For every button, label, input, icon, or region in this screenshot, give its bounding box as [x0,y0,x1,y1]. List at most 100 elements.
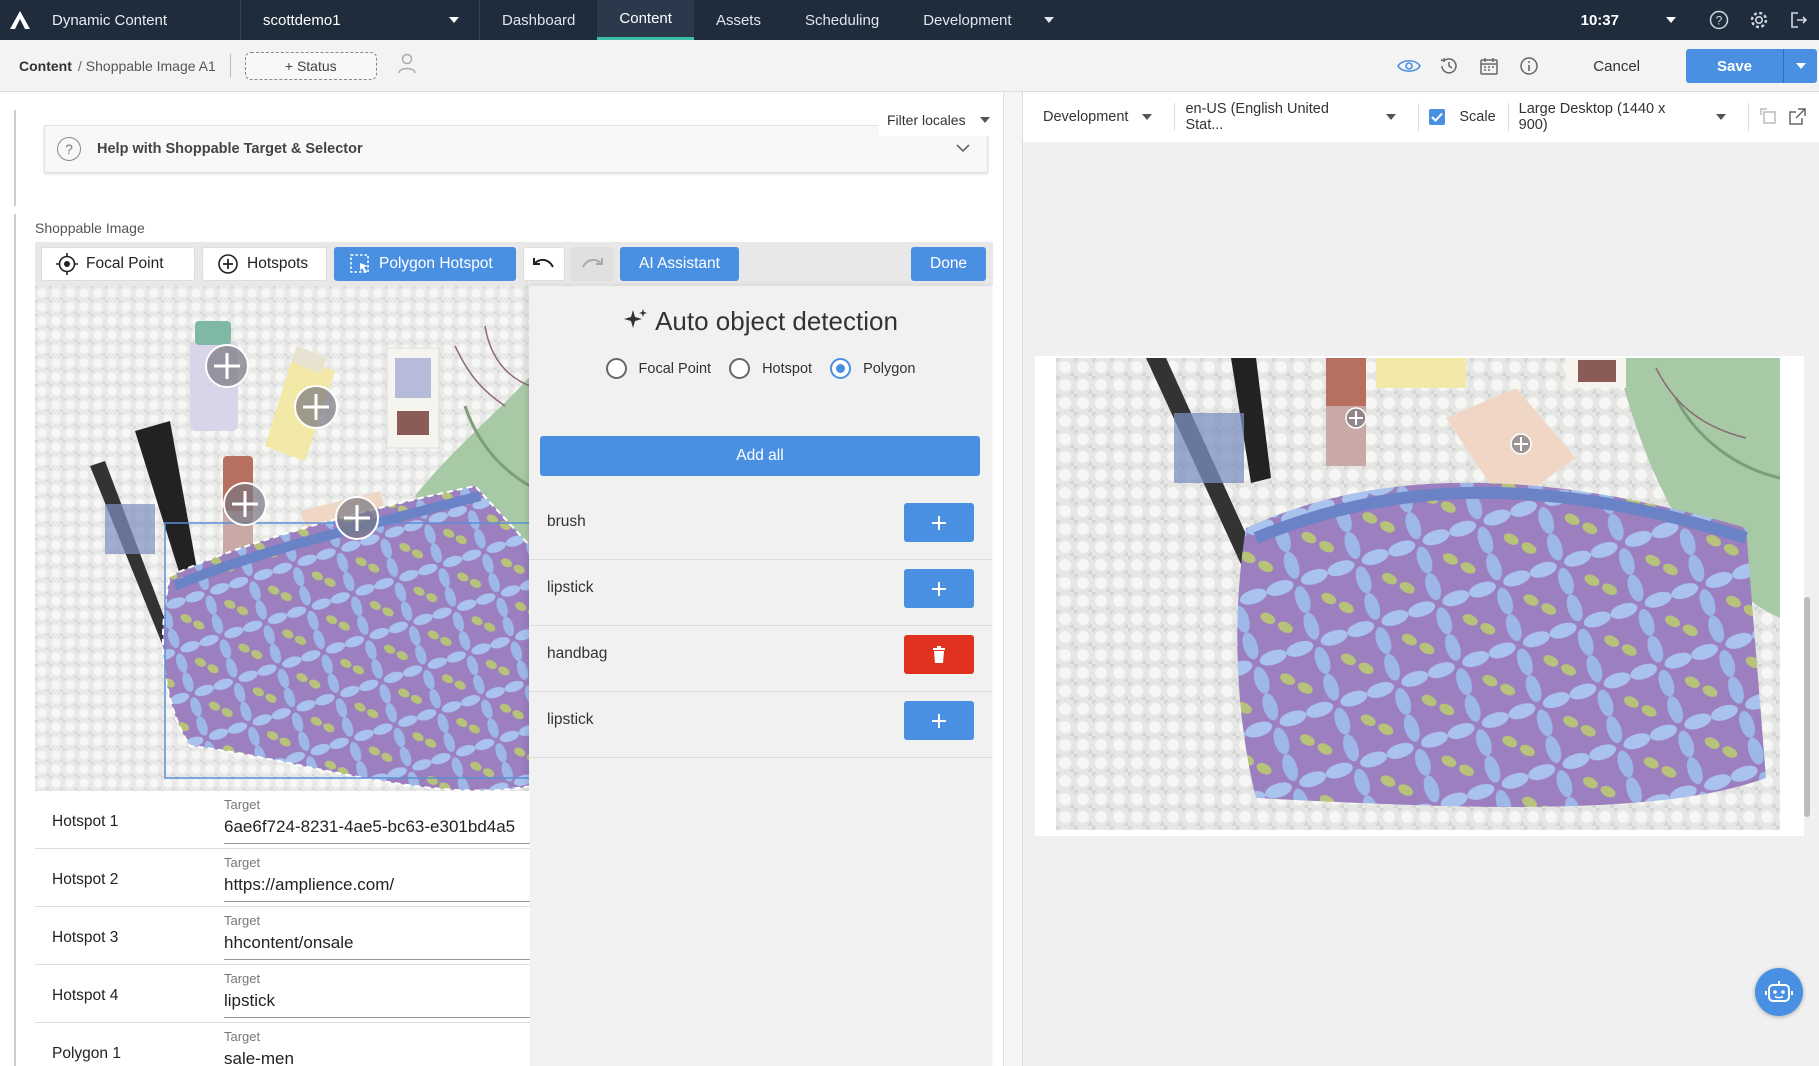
pane-divider[interactable] [1003,92,1023,1066]
detection-row: handbag [529,616,992,692]
polygon-hotspot-button[interactable]: Polygon Hotspot [334,247,516,281]
shoppable-image-canvas[interactable] [35,286,530,791]
add-detection-button[interactable] [904,701,974,740]
target-input[interactable]: hhcontent/onsale [224,933,530,960]
user-icon[interactable] [397,52,417,79]
preview-hotspot-marker [1345,407,1367,429]
calendar-icon[interactable] [1469,46,1509,86]
mode-focal-point-radio[interactable]: Focal Point [605,358,712,379]
hotspot-name: Hotspot 1 [52,813,119,830]
trash-icon [933,645,945,663]
tab-assets[interactable]: Assets [694,0,783,40]
polygon-hotspot-label: Polygon Hotspot [379,255,493,272]
viewport-dropdown[interactable]: Large Desktop (1440 x 900) [1519,101,1738,133]
help-circle-icon[interactable]: ? [1699,0,1739,40]
hotspot-marker[interactable] [223,482,267,526]
external-link-icon[interactable] [1787,102,1819,132]
hotspot-marker[interactable] [335,496,379,540]
hotspot-row: Hotspot 3 Target hhcontent/onsale [35,907,530,965]
resize-icon[interactable] [1759,102,1787,132]
gear-icon[interactable] [1739,0,1779,40]
breadcrumb-current: Shoppable Image A1 [85,57,216,74]
hotspot-row: Polygon 1 Target sale-men [35,1023,530,1066]
detection-mode-group: Focal Point Hotspot Polygon [529,358,992,379]
ai-panel-heading: Auto object detection [529,306,992,337]
eye-icon[interactable] [1389,46,1429,86]
logout-icon[interactable] [1779,0,1819,40]
help-panel[interactable]: ? Help with Shoppable Target & Selector [44,125,988,173]
chevron-down-icon [1043,17,1054,23]
target-input[interactable]: 6ae6f724-8231-4ae5-bc63-e301bd4a5 [224,817,530,844]
tab-label: Development [923,11,1012,29]
breadcrumb-root[interactable]: Content [19,58,72,74]
add-detection-button[interactable] [904,503,974,542]
preview-image [1056,358,1780,830]
status-button[interactable]: + Status [244,51,377,80]
radio-dot [605,358,627,379]
environment-dropdown[interactable]: Development [1043,102,1164,132]
chevron-down-icon [1666,17,1676,23]
cancel-button[interactable]: Cancel [1593,58,1640,75]
hub-selector[interactable]: scottdemo1 [240,0,480,40]
polygon-select-icon [350,254,369,273]
divider [14,214,16,1066]
preview-scrollbar[interactable] [1804,597,1810,817]
detection-label: brush [547,512,586,530]
scale-checkbox[interactable]: Scale [1429,102,1507,132]
add-all-button[interactable]: Add all [540,436,980,476]
redo-button[interactable] [571,247,613,281]
hotspot-row: Hotspot 1 Target 6ae6f724-8231-4ae5-bc63… [35,791,530,849]
tab-label: Assets [715,11,761,29]
save-options-button[interactable] [1783,49,1817,83]
save-button[interactable]: Save [1686,49,1783,83]
help-panel-title: Help with Shoppable Target & Selector [97,141,363,157]
mode-polygon-radio[interactable]: Polygon [830,358,915,379]
chevron-down-icon [1795,63,1806,69]
hotspot-name: Polygon 1 [52,1045,121,1062]
undo-button[interactable] [523,247,565,281]
divider [1507,103,1509,131]
hotspot-marker[interactable] [294,385,338,429]
divider [1174,103,1176,131]
locale-dropdown[interactable]: en-US (English United Stat... [1185,101,1408,133]
hotspot-name: Hotspot 4 [52,987,119,1004]
scale-label: Scale [1459,109,1496,125]
target-input[interactable]: lipstick [224,991,530,1018]
mode-hotspot-radio[interactable]: Hotspot [729,358,812,379]
mode-focal-point-label: Focal Point [638,360,712,377]
amplience-logo-icon[interactable] [0,0,40,40]
delete-detection-button[interactable] [904,635,974,674]
add-detection-button[interactable] [904,569,974,608]
divider [1748,103,1749,131]
target-label: Target [224,913,261,928]
tab-content[interactable]: Content [597,0,694,40]
target-label: Target [224,855,261,870]
focal-point-button[interactable]: Focal Point [41,247,195,281]
ai-panel-title: Auto object detection [655,306,898,336]
hub-name: scottdemo1 [263,11,341,29]
chatbot-button[interactable] [1755,968,1803,1016]
tab-dashboard[interactable]: Dashboard [480,0,597,40]
redo-icon [582,258,603,268]
filter-locales-dropdown[interactable]: Filter locales [879,103,998,136]
target-input[interactable]: sale-men [224,1049,530,1066]
tab-scheduling[interactable]: Scheduling [783,0,901,40]
mode-hotspot-label: Hotspot [762,360,813,377]
ai-assistant-button[interactable]: AI Assistant [620,247,739,281]
info-icon[interactable] [1509,46,1549,86]
hotspots-button[interactable]: Hotspots [202,247,327,281]
preview-hotspot-marker [1510,433,1532,455]
target-input[interactable]: https://amplience.com/ [224,875,530,902]
target-icon [56,253,78,275]
chevron-down-icon [1716,114,1726,120]
detection-row: brush [529,484,992,560]
clock-dropdown[interactable] [1651,0,1691,40]
more-tabs-button[interactable] [1034,0,1064,40]
tab-label: Dashboard [502,11,576,29]
hotspot-marker[interactable] [205,344,249,388]
tab-development[interactable]: Development [901,0,1033,40]
locale-label: en-US (English United Stat... [1185,101,1329,133]
clock: 10:37 [1580,11,1619,29]
history-icon[interactable] [1429,46,1469,86]
done-button[interactable]: Done [911,247,987,281]
